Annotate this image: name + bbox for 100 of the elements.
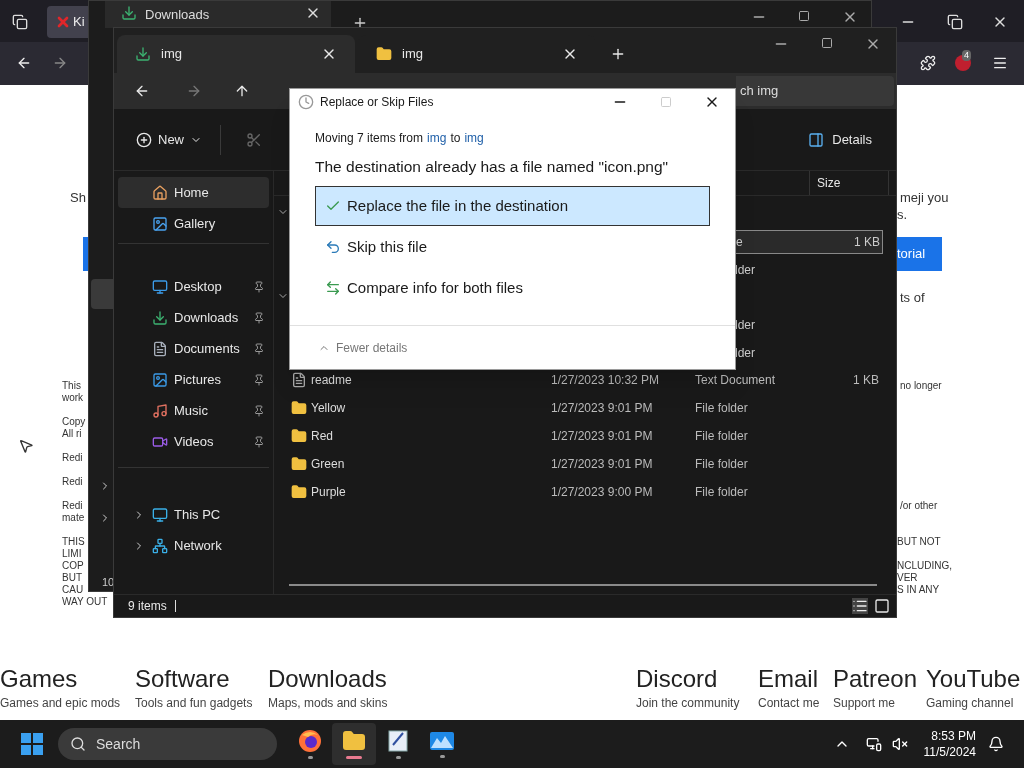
download-icon	[121, 5, 137, 21]
sidebar-item[interactable]: Desktop	[118, 271, 269, 302]
up-icon[interactable]	[234, 83, 250, 99]
file-row[interactable]: Yellow 1/27/2023 9:01 PM File folder	[274, 394, 896, 422]
computer-icon	[152, 506, 168, 523]
tab[interactable]: img	[117, 35, 355, 73]
column-header[interactable]: Size	[809, 171, 889, 195]
nav-title[interactable]: Patreon	[833, 664, 918, 694]
file-row[interactable]: lder	[733, 258, 883, 282]
tutorial-button[interactable]: torial	[897, 237, 942, 271]
file-row[interactable]: lder	[733, 341, 883, 365]
pin-icon[interactable]	[253, 435, 265, 448]
back-tab[interactable]: Downloads	[105, 1, 331, 28]
option-button[interactable]: Compare info for both files	[315, 268, 710, 309]
search-input[interactable]: ch img	[736, 76, 894, 106]
desktop-icon	[152, 278, 168, 295]
sidebar-item[interactable]: Videos	[118, 426, 269, 457]
page-text: WAY OUT	[62, 596, 108, 608]
option-button[interactable]: Replace the file in the destination	[315, 186, 710, 227]
pin-icon[interactable]	[253, 280, 265, 293]
start-icon[interactable]	[21, 733, 43, 755]
type-cell-text: e	[736, 234, 743, 251]
option-button[interactable]: Skip this file	[315, 227, 710, 268]
sidebar-item[interactable]: Network	[118, 530, 269, 561]
pin-icon[interactable]	[253, 373, 265, 386]
page-text: no longer	[900, 380, 942, 392]
nav-title[interactable]: Discord	[636, 664, 740, 694]
clock-time[interactable]: 8:53 PM	[931, 728, 976, 744]
cut-icon[interactable]	[246, 131, 262, 148]
nav-subtitle: Tools and fun gadgets	[135, 695, 253, 712]
sidebar-item[interactable]: Pictures	[118, 364, 269, 395]
new-button[interactable]: New	[134, 129, 204, 150]
fewer-details-button[interactable]: Fewer details	[318, 338, 408, 357]
taskbar-search-field[interactable]: Search	[58, 728, 277, 760]
file-row[interactable]: Green 1/27/2023 9:01 PM File folder	[274, 450, 896, 478]
page-text: NCLUDING,	[897, 560, 952, 572]
mouse-cursor-icon	[18, 438, 34, 454]
page-text: Redi	[62, 500, 83, 512]
item-count: 9 items	[128, 598, 167, 615]
file-row[interactable]: lder	[733, 313, 883, 337]
pin-icon[interactable]	[253, 404, 265, 417]
nav-title[interactable]: YouTube	[926, 664, 1021, 694]
sidebar-item[interactable]: Music	[118, 395, 269, 426]
sidebar-item[interactable]: Downloads	[118, 302, 269, 333]
picture-icon	[152, 371, 168, 388]
nav-subtitle: Contact me	[758, 695, 820, 712]
pin-icon[interactable]	[253, 311, 265, 324]
page-text: s.	[897, 206, 908, 224]
notepad-icon	[387, 729, 409, 753]
sidebar-item[interactable]: Documents	[118, 333, 269, 364]
details-button[interactable]: Details	[808, 129, 872, 150]
browser-tab[interactable]: Ki	[47, 6, 88, 38]
tab-list-icon[interactable]	[12, 14, 28, 30]
nav-title[interactable]: Games	[0, 664, 121, 694]
folder-icon	[291, 484, 307, 500]
folder-icon	[342, 729, 366, 753]
size-cell-text: 1 KB	[853, 372, 879, 389]
nav-title[interactable]: Downloads	[268, 664, 388, 694]
sidebar-item[interactable]: This PC	[118, 499, 269, 530]
network-icon[interactable]	[865, 736, 882, 752]
date-cell: 1/27/2023 9:01 PM	[551, 429, 653, 443]
notification-icon[interactable]	[988, 736, 1004, 752]
menu-icon[interactable]	[992, 55, 1008, 71]
back-icon[interactable]	[16, 55, 32, 71]
new-tab-icon[interactable]	[610, 46, 626, 62]
file-row[interactable]: Red 1/27/2023 9:01 PM File folder	[274, 422, 896, 450]
sidebar-item[interactable]: Home	[118, 177, 269, 208]
type-cell: File folder	[695, 429, 748, 443]
forward-icon[interactable]	[52, 55, 68, 71]
folder-icon	[291, 456, 307, 472]
back-icon[interactable]	[134, 83, 150, 99]
type-cell-text: lder	[735, 317, 755, 334]
forward-icon[interactable]	[186, 83, 202, 99]
file-row[interactable]: Purple 1/27/2023 9:00 PM File folder	[274, 478, 896, 506]
date-cell: 1/27/2023 9:01 PM	[551, 401, 653, 415]
destination-link[interactable]: img	[464, 129, 484, 147]
taskbar-app[interactable]	[332, 723, 376, 765]
folder-icon	[376, 46, 392, 62]
source-link[interactable]: img	[427, 129, 447, 147]
maximize-icon[interactable]	[798, 10, 810, 22]
file-row[interactable]: e 1 KB	[733, 230, 883, 254]
name-cell: Yellow	[311, 401, 346, 415]
page-text: Sh	[70, 189, 86, 207]
file-row[interactable]: readme 1/27/2023 10:32 PM Text Document 1 KB	[274, 366, 896, 394]
clock-date[interactable]: 11/5/2024	[923, 744, 976, 760]
extensions-icon[interactable]	[920, 55, 936, 71]
restore-icon[interactable]	[947, 14, 963, 30]
maximize-icon[interactable]	[821, 37, 833, 49]
page-text: BUT NOT	[897, 536, 941, 548]
nav-title[interactable]: Email	[758, 664, 820, 694]
page-text: BUT	[62, 572, 82, 584]
details-view-icon[interactable]	[852, 598, 868, 614]
date-cell: 1/27/2023 9:01 PM	[551, 457, 653, 471]
sidebar-item[interactable]: Gallery	[118, 208, 269, 239]
nav-title[interactable]: Software	[135, 664, 253, 694]
horizontal-scrollbar[interactable]	[289, 584, 877, 586]
tiles-view-icon[interactable]	[874, 598, 890, 614]
muted-speaker-icon[interactable]	[891, 736, 908, 752]
pin-icon[interactable]	[253, 342, 265, 355]
folder-icon	[291, 428, 307, 444]
